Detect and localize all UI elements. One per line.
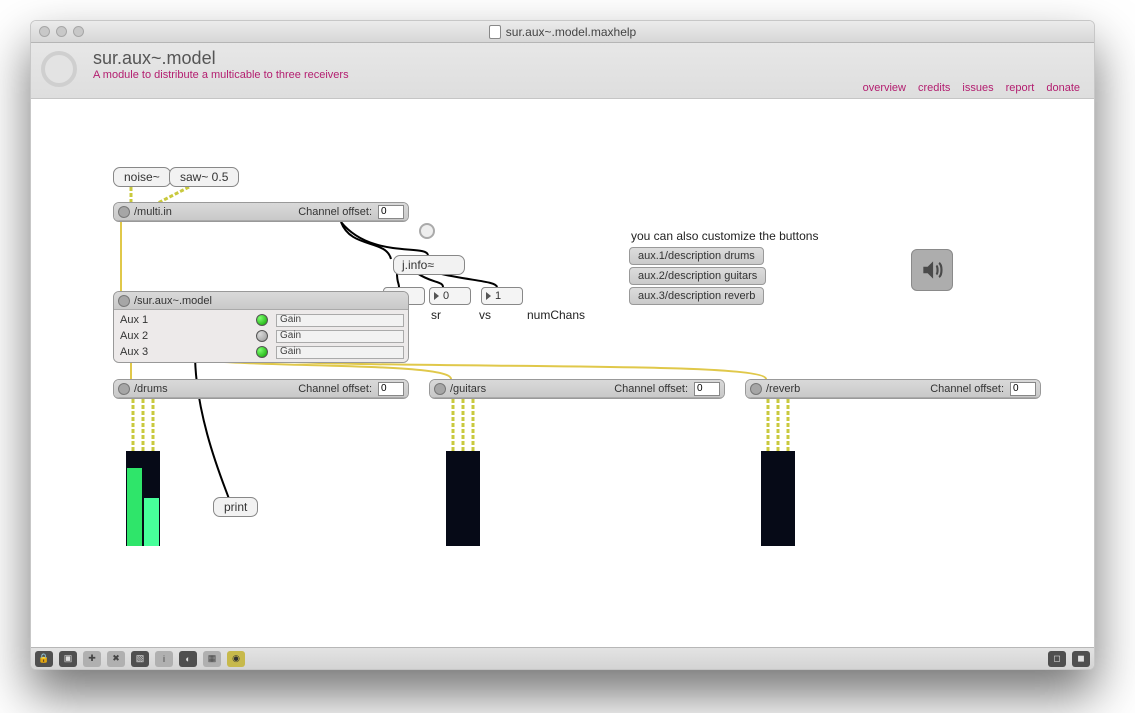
module-name: /multi.in — [134, 206, 172, 218]
offset-input[interactable] — [378, 205, 404, 219]
customize-label: you can also customize the buttons — [631, 229, 818, 243]
led-icon[interactable] — [256, 346, 268, 358]
numbox-vs[interactable]: 0 — [429, 287, 471, 305]
link-donate[interactable]: donate — [1046, 82, 1080, 94]
tb-lock-icon[interactable]: 🔒 — [35, 651, 53, 667]
disclosure-icon[interactable] — [434, 383, 446, 395]
tb-axis-icon[interactable]: ✚ — [83, 651, 101, 667]
module-title: sur.aux~.model — [93, 49, 1080, 69]
tb-info-icon[interactable]: i — [155, 651, 173, 667]
window-minimize-icon[interactable] — [56, 26, 67, 37]
obj-print[interactable]: print — [213, 497, 258, 517]
tb-delete-icon[interactable]: ✖ — [107, 651, 125, 667]
led-icon[interactable] — [256, 314, 268, 326]
file-icon — [489, 25, 501, 39]
tb-grid-icon[interactable]: ▦ — [203, 651, 221, 667]
patcher-canvas[interactable]: noise~ saw~ 0.5 /multi.in Channel offset… — [31, 99, 1094, 647]
tb-audio-icon[interactable]: ◐ — [179, 651, 197, 667]
tb-present-icon[interactable]: ▧ — [131, 651, 149, 667]
module-out-drums[interactable]: /drums Channel offset: — [113, 379, 409, 399]
aux-row-3: Aux 3 Gain — [118, 344, 404, 360]
offset-label: Channel offset: — [298, 206, 372, 218]
link-overview[interactable]: overview — [863, 82, 906, 94]
aux-row-label: Aux 3 — [118, 346, 248, 358]
led-icon[interactable] — [256, 330, 268, 342]
module-sur-aux[interactable]: /sur.aux~.model Aux 1 Gain Aux 2 Gain — [113, 291, 409, 363]
module-ring-icon — [41, 51, 77, 87]
meter-reverb — [761, 451, 795, 546]
tb-zoomin-icon[interactable]: ◼ — [1072, 651, 1090, 667]
ezdac-button[interactable] — [911, 249, 953, 291]
msg-desc-2[interactable]: aux.2/description guitars — [629, 267, 766, 285]
link-report[interactable]: report — [1006, 82, 1035, 94]
offset-input[interactable] — [694, 382, 720, 396]
tb-zoomout-icon[interactable]: ◻ — [1048, 651, 1066, 667]
numbox-numchans-value: 1 — [495, 290, 501, 302]
label-sr: sr — [431, 308, 441, 322]
link-issues[interactable]: issues — [962, 82, 993, 94]
gain-field[interactable]: Gain — [276, 314, 404, 327]
label-numchans: numChans — [527, 308, 585, 322]
numbox-vs-value: 0 — [443, 290, 449, 302]
offset-input[interactable] — [1010, 382, 1036, 396]
obj-noise[interactable]: noise~ — [113, 167, 171, 187]
speaker-icon — [919, 257, 945, 283]
module-out-reverb[interactable]: /reverb Channel offset: — [745, 379, 1041, 399]
offset-label: Channel offset: — [298, 383, 372, 395]
window-zoom-icon[interactable] — [73, 26, 84, 37]
obj-saw[interactable]: saw~ 0.5 — [169, 167, 239, 187]
titlebar: sur.aux~.model.maxhelp — [31, 21, 1094, 43]
offset-label: Channel offset: — [930, 383, 1004, 395]
module-name: /drums — [134, 383, 168, 395]
disclosure-icon[interactable] — [750, 383, 762, 395]
disclosure-icon[interactable] — [118, 206, 130, 218]
module-name: /guitars — [450, 383, 486, 395]
obj-jinfo[interactable]: j.info≈ — [393, 255, 465, 275]
link-credits[interactable]: credits — [918, 82, 950, 94]
tb-dsp-icon[interactable]: ◉ — [227, 651, 245, 667]
disclosure-icon[interactable] — [118, 383, 130, 395]
aux-row-label: Aux 1 — [118, 314, 248, 326]
gain-field[interactable]: Gain — [276, 346, 404, 359]
offset-input[interactable] — [378, 382, 404, 396]
app-window: sur.aux~.model.maxhelp sur.aux~.model A … — [30, 20, 1095, 670]
module-subtitle: A module to distribute a multicable to t… — [93, 69, 1080, 81]
bang-button[interactable] — [419, 223, 435, 239]
module-multi-in[interactable]: /multi.in Channel offset: — [113, 202, 409, 222]
msg-desc-1[interactable]: aux.1/description drums — [629, 247, 764, 265]
tb-newobj-icon[interactable]: ▣ — [59, 651, 77, 667]
module-out-guitars[interactable]: /guitars Channel offset: — [429, 379, 725, 399]
module-name: /sur.aux~.model — [134, 295, 212, 307]
offset-label: Channel offset: — [614, 383, 688, 395]
module-name: /reverb — [766, 383, 800, 395]
msg-desc-3[interactable]: aux.3/description reverb — [629, 287, 764, 305]
aux-row-2: Aux 2 Gain — [118, 328, 404, 344]
patcher-toolbar: 🔒 ▣ ✚ ✖ ▧ i ◐ ▦ ◉ ◻ ◼ — [31, 647, 1094, 669]
disclosure-icon[interactable] — [118, 295, 130, 307]
meter-guitars — [446, 451, 480, 546]
window-close-icon[interactable] — [39, 26, 50, 37]
numbox-numchans[interactable]: 1 — [481, 287, 523, 305]
window-title: sur.aux~.model.maxhelp — [506, 25, 636, 39]
label-vs: vs — [479, 308, 491, 322]
aux-row-1: Aux 1 Gain — [118, 312, 404, 328]
gain-field[interactable]: Gain — [276, 330, 404, 343]
help-header: sur.aux~.model A module to distribute a … — [31, 43, 1094, 99]
aux-row-label: Aux 2 — [118, 330, 248, 342]
meter-drums — [126, 451, 160, 546]
